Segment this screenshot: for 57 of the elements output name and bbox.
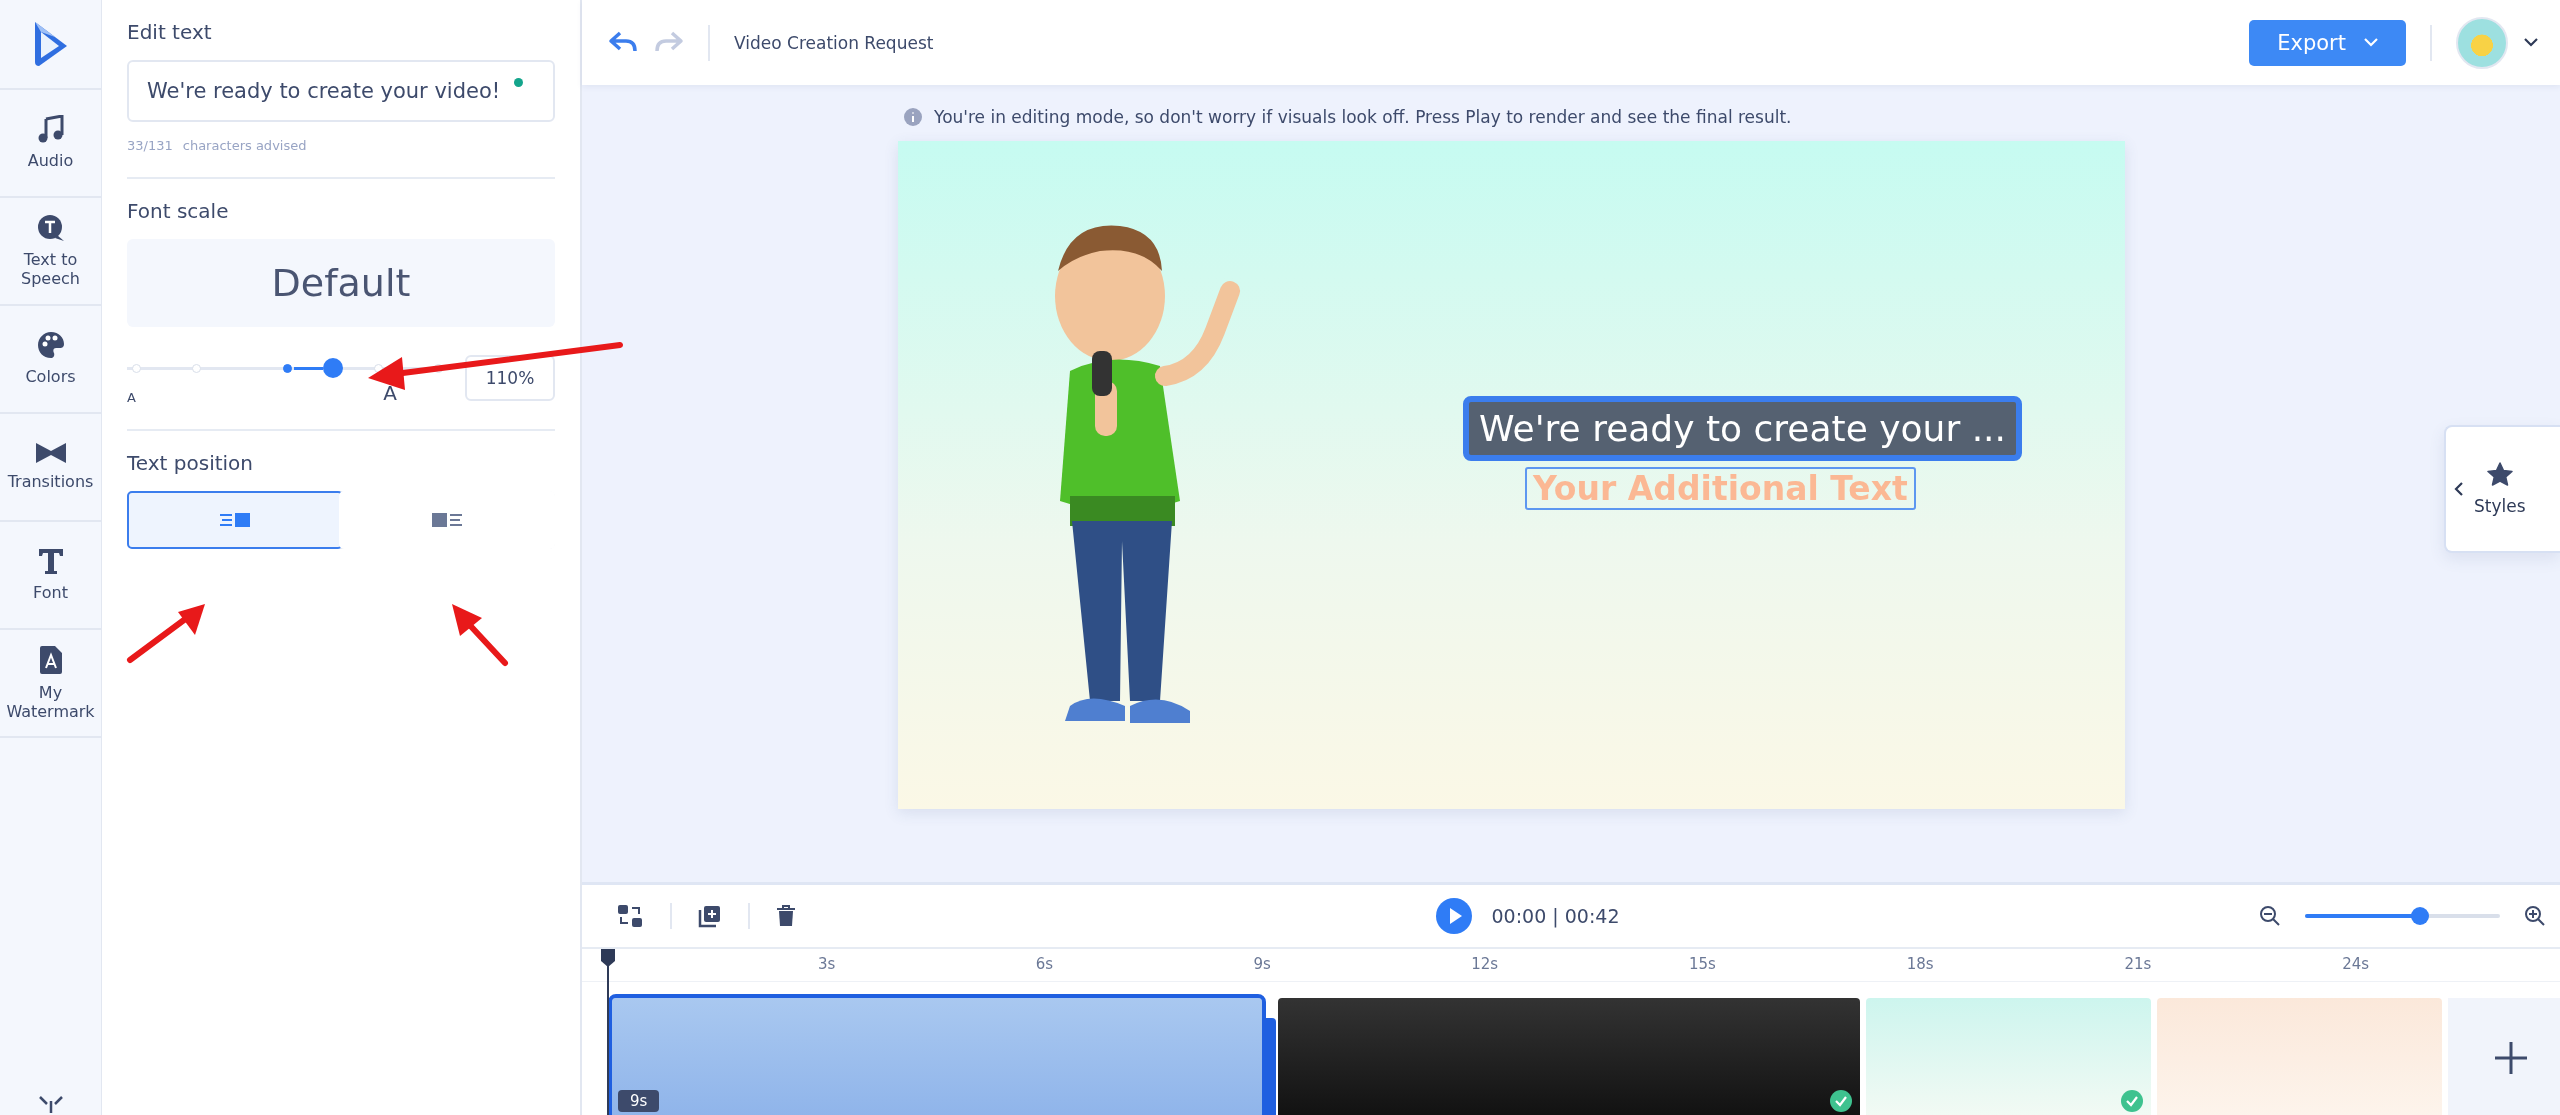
- ruler-label: 24s: [2342, 954, 2371, 975]
- section-title: Font scale: [127, 199, 230, 223]
- project-title: Video Creation Request: [734, 32, 934, 53]
- document-icon: [38, 644, 63, 675]
- main-text-overlay[interactable]: We're ready to create your ...: [1463, 396, 2022, 461]
- character-count: 33/131: [127, 138, 173, 153]
- plus-icon: [2492, 1040, 2529, 1076]
- palette-icon: [36, 331, 65, 360]
- slider-active-range: [294, 367, 324, 370]
- speech-bubble-icon: [36, 213, 65, 242]
- section-title: Text position: [127, 451, 255, 475]
- zoom-out-icon[interactable]: [2259, 905, 2281, 927]
- duration-badge: 9s: [618, 1090, 660, 1112]
- info-icon: [904, 108, 922, 126]
- playhead[interactable]: [600, 949, 616, 1115]
- text-input-field[interactable]: We're ready to create your video!: [127, 60, 555, 122]
- playback-time: 00:00 | 00:42: [1491, 905, 1620, 927]
- zoom-slider[interactable]: [2305, 907, 2500, 925]
- percentage-field[interactable]: 110%: [465, 355, 555, 401]
- letter-t-icon: [36, 547, 65, 576]
- ruler-label: 15s: [1689, 954, 1717, 975]
- slider-thumb[interactable]: [2411, 907, 2430, 925]
- character-hint: characters advised: [182, 138, 307, 153]
- styles-tab[interactable]: Styles: [2444, 425, 2560, 553]
- ruler-label: 3s: [818, 954, 837, 975]
- section-title: Edit text: [127, 20, 213, 44]
- star-icon: [2486, 462, 2513, 486]
- ruler-label: 6s: [1035, 954, 1055, 975]
- ruler-label: 18s: [1906, 954, 1935, 975]
- swap-icon[interactable]: [616, 903, 644, 929]
- annotation-arrow: [452, 604, 508, 666]
- bowtie-icon: [34, 442, 67, 465]
- scene-clip[interactable]: [1278, 998, 1860, 1115]
- text-right-layout-icon: [431, 512, 463, 528]
- zoom-in-icon[interactable]: [2524, 905, 2546, 927]
- small-a-label: A: [127, 390, 136, 405]
- play-icon[interactable]: [1435, 898, 1472, 934]
- duplicate-icon[interactable]: [698, 904, 722, 928]
- font-preset-display: Default: [127, 239, 555, 327]
- chevron-down-icon[interactable]: [2524, 38, 2538, 47]
- default-step-dot[interactable]: [283, 364, 292, 373]
- slider-step-dot[interactable]: [132, 364, 141, 373]
- trash-icon[interactable]: [776, 905, 796, 927]
- scene-clip[interactable]: [1866, 998, 2151, 1115]
- text-left-layout-icon: [219, 512, 251, 528]
- ruler-label: 12s: [1471, 954, 1500, 975]
- chevron-left-icon: [2454, 481, 2464, 497]
- position-option[interactable]: [127, 491, 343, 549]
- editing-notice: You're in editing mode, so don't worry if visuals look off. Press Play to render and see the final result.: [934, 107, 1792, 127]
- slider-step-dot[interactable]: [192, 364, 202, 373]
- large-a-label: A: [383, 381, 397, 405]
- ruler-label: 9s: [1253, 954, 1272, 975]
- music-note-icon: [37, 115, 64, 144]
- chevron-down-icon: [2364, 38, 2378, 47]
- ruler-label: 21s: [2124, 954, 2153, 975]
- scene-clip[interactable]: [2157, 998, 2442, 1115]
- slider-thumb[interactable]: [323, 358, 344, 378]
